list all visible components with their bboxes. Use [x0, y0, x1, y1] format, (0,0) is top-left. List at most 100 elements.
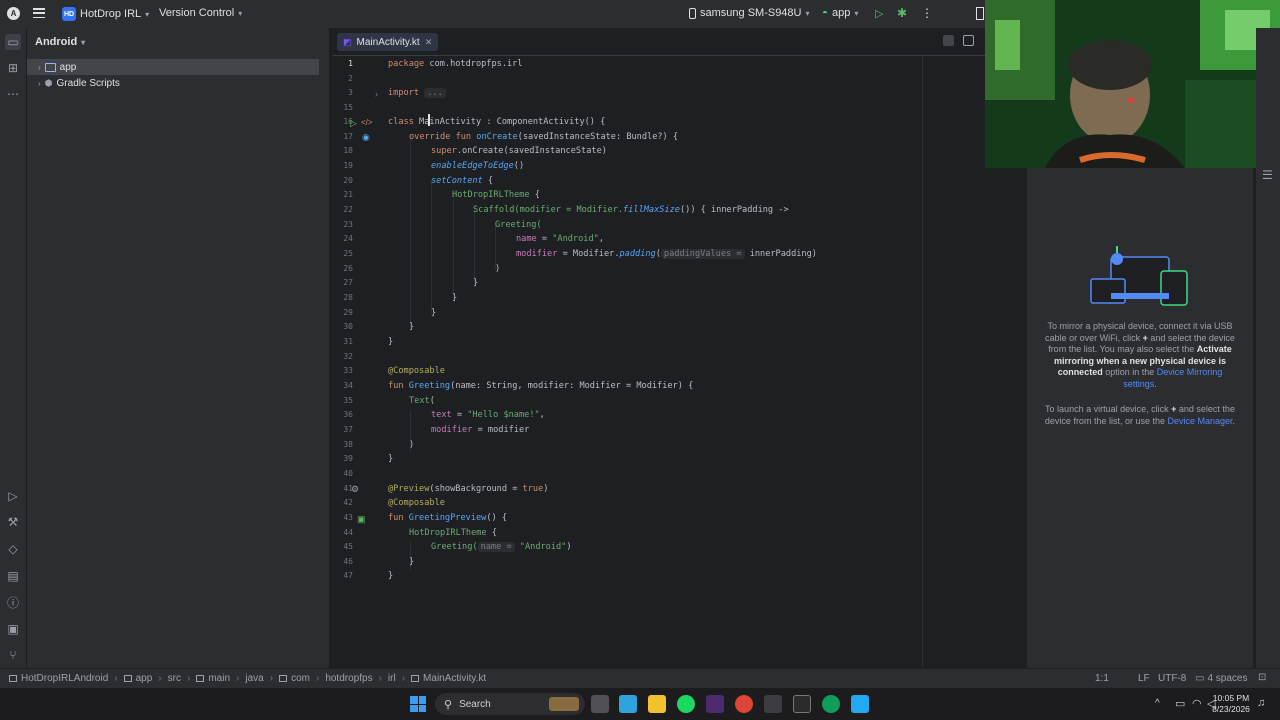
breadcrumb-item[interactable]: hotdropfps	[325, 673, 372, 684]
line-number: 22	[343, 205, 353, 214]
run-gutter-icon[interactable]: ▷	[350, 118, 357, 129]
line-separator[interactable]: LF	[1138, 673, 1150, 684]
breadcrumb-item[interactable]: main	[196, 673, 230, 684]
debug-icon[interactable]: ✱	[897, 6, 907, 20]
project-panel: Android ▾ › app › ⬢ Gradle Scripts	[27, 28, 329, 668]
notepad-icon[interactable]	[619, 695, 637, 713]
hud-fx-icon[interactable]	[706, 695, 724, 713]
line-number: 30	[343, 322, 353, 331]
vscode-icon[interactable]	[851, 695, 869, 713]
problems-icon[interactable]: ⓘ	[5, 594, 21, 610]
line-number: 24	[343, 234, 353, 243]
android-studio-logo-icon[interactable]: A	[7, 7, 20, 20]
breadcrumb-item[interactable]: HotDropIRLAndroid	[9, 673, 108, 684]
indent-icon: ▭	[1195, 673, 1205, 684]
version-control-icon[interactable]: ⑂	[5, 647, 21, 663]
task-view-icon[interactable]	[591, 695, 609, 713]
chevron-right-icon: ›	[315, 673, 320, 684]
structure-icon[interactable]: ☰	[1262, 168, 1273, 182]
device-name: samsung SM-S948U	[700, 7, 802, 19]
tree-item-label: app	[59, 61, 77, 73]
more-tools-icon[interactable]: ⋯	[5, 86, 21, 102]
main-menu-icon[interactable]	[33, 7, 45, 19]
fold-icon[interactable]: ›	[375, 89, 378, 99]
wifi-icon[interactable]: ◠	[1192, 697, 1202, 710]
tree-item-gradle-scripts[interactable]: › ⬢ Gradle Scripts	[27, 75, 120, 91]
code-line-30: }	[409, 322, 415, 332]
device-selector[interactable]: samsung SM-S948U ▾	[689, 7, 810, 19]
device-manager-link[interactable]: Device Manager	[1168, 416, 1233, 426]
line-number: 20	[343, 176, 353, 185]
chevron-right-icon: ›	[114, 673, 118, 684]
preview-gutter-icon[interactable]: ▣	[357, 514, 366, 525]
file-encoding[interactable]: UTF-8	[1158, 673, 1186, 684]
code-line-24: name = "Android",	[516, 234, 604, 244]
run-icon[interactable]: ▷	[875, 7, 883, 20]
folded-imports[interactable]: ...	[424, 88, 446, 98]
split-view-icon[interactable]	[963, 35, 974, 46]
line-number: 29	[343, 308, 353, 317]
line-number: 15	[343, 103, 353, 112]
lock-icon[interactable]: ⊡	[1258, 672, 1266, 683]
preview-settings-icon[interactable]: ⚙	[351, 484, 359, 495]
android-studio-taskbar-icon[interactable]	[764, 695, 782, 713]
code-line-29: }	[431, 308, 437, 318]
launch-virtual-help: To launch a virtual device, click + and …	[1044, 404, 1236, 426]
run-config-selector[interactable]: ◓ app ▾	[822, 7, 858, 19]
code-editor[interactable]: ◩ MainActivity.kt ✕ 1 2 3 15 16 17 18 19 20 21 22 2…	[333, 28, 1023, 668]
vcs-menu[interactable]: Version Control ▾	[159, 7, 242, 19]
project-selector[interactable]: HD HotDrop IRL ▾	[62, 7, 149, 21]
terminal-icon[interactable]: ▣	[5, 621, 21, 637]
more-actions-icon[interactable]: ⋮	[921, 6, 933, 20]
spotify-icon[interactable]	[677, 695, 695, 713]
display-icon[interactable]: ▭	[1175, 697, 1185, 710]
logcat-icon[interactable]: ▤	[5, 568, 21, 584]
breadcrumb-item[interactable]: app	[123, 673, 153, 684]
tree-item-app[interactable]: › app	[27, 59, 319, 75]
gemini-icon[interactable]: ◇	[5, 541, 21, 557]
code-view-icon[interactable]	[943, 35, 954, 46]
breadcrumb-item[interactable]: irl	[388, 673, 396, 684]
breadcrumb-item[interactable]: java	[245, 673, 263, 684]
code-line-31: }	[388, 337, 394, 347]
indent-setting[interactable]: ▭ 4 spaces	[1195, 673, 1247, 684]
build-icon[interactable]: ⚒	[5, 514, 21, 530]
project-view-selector[interactable]: Android ▾	[35, 36, 85, 48]
line-number: 44	[343, 528, 353, 537]
close-icon[interactable]: ✕	[425, 37, 433, 48]
chevron-up-icon[interactable]: ^	[1155, 698, 1160, 709]
breadcrumb-item[interactable]: com	[279, 673, 310, 684]
breadcrumb-label: app	[135, 673, 153, 684]
line-number: 17	[343, 132, 353, 141]
tab-main-activity[interactable]: ◩ MainActivity.kt ✕	[337, 33, 439, 51]
terminal-taskbar-icon[interactable]	[793, 695, 811, 713]
chevron-down-icon: ▾	[854, 8, 859, 18]
taskbar-search[interactable]: ⚲ Search	[435, 693, 585, 715]
code-line-22: Scaffold(modifier = Modifier.fillMaxSize…	[473, 205, 789, 215]
webcam-feed-image	[985, 0, 1280, 168]
chrome-icon[interactable]	[735, 695, 753, 713]
code-line-39: }	[388, 454, 394, 464]
line-number: 28	[343, 293, 353, 302]
run-tool-icon[interactable]: ▷	[5, 488, 21, 504]
param-hint: paddingValues =	[660, 249, 745, 259]
project-folder-icon[interactable]: ▭	[5, 34, 21, 50]
cursor-position[interactable]: 1:1	[1095, 673, 1109, 684]
param-hint: name =	[477, 542, 515, 552]
window-control-icon[interactable]	[976, 7, 984, 20]
resource-manager-icon[interactable]: ⊞	[5, 60, 21, 76]
chrome-profile-icon[interactable]	[822, 695, 840, 713]
code-line-1: package com.hotdropfps.irl	[388, 59, 523, 69]
clock[interactable]: 10:05 PM 8/23/2026	[1210, 693, 1252, 715]
file-explorer-icon[interactable]	[648, 695, 666, 713]
override-gutter-icon[interactable]: ◉	[362, 132, 370, 143]
folder-icon	[123, 675, 132, 682]
clock-date: 8/23/2026	[1212, 704, 1250, 714]
windows-start-icon[interactable]	[410, 696, 426, 712]
editor-tab-bar: ◩ MainActivity.kt ✕	[333, 28, 1023, 56]
breadcrumb-item[interactable]: src	[168, 673, 181, 684]
breadcrumb-item[interactable]: MainActivity.kt	[411, 673, 486, 684]
breadcrumb-label: src	[167, 673, 181, 684]
compose-gutter-icon: </>	[361, 118, 373, 127]
notifications-icon[interactable]: ♫	[1257, 697, 1265, 709]
